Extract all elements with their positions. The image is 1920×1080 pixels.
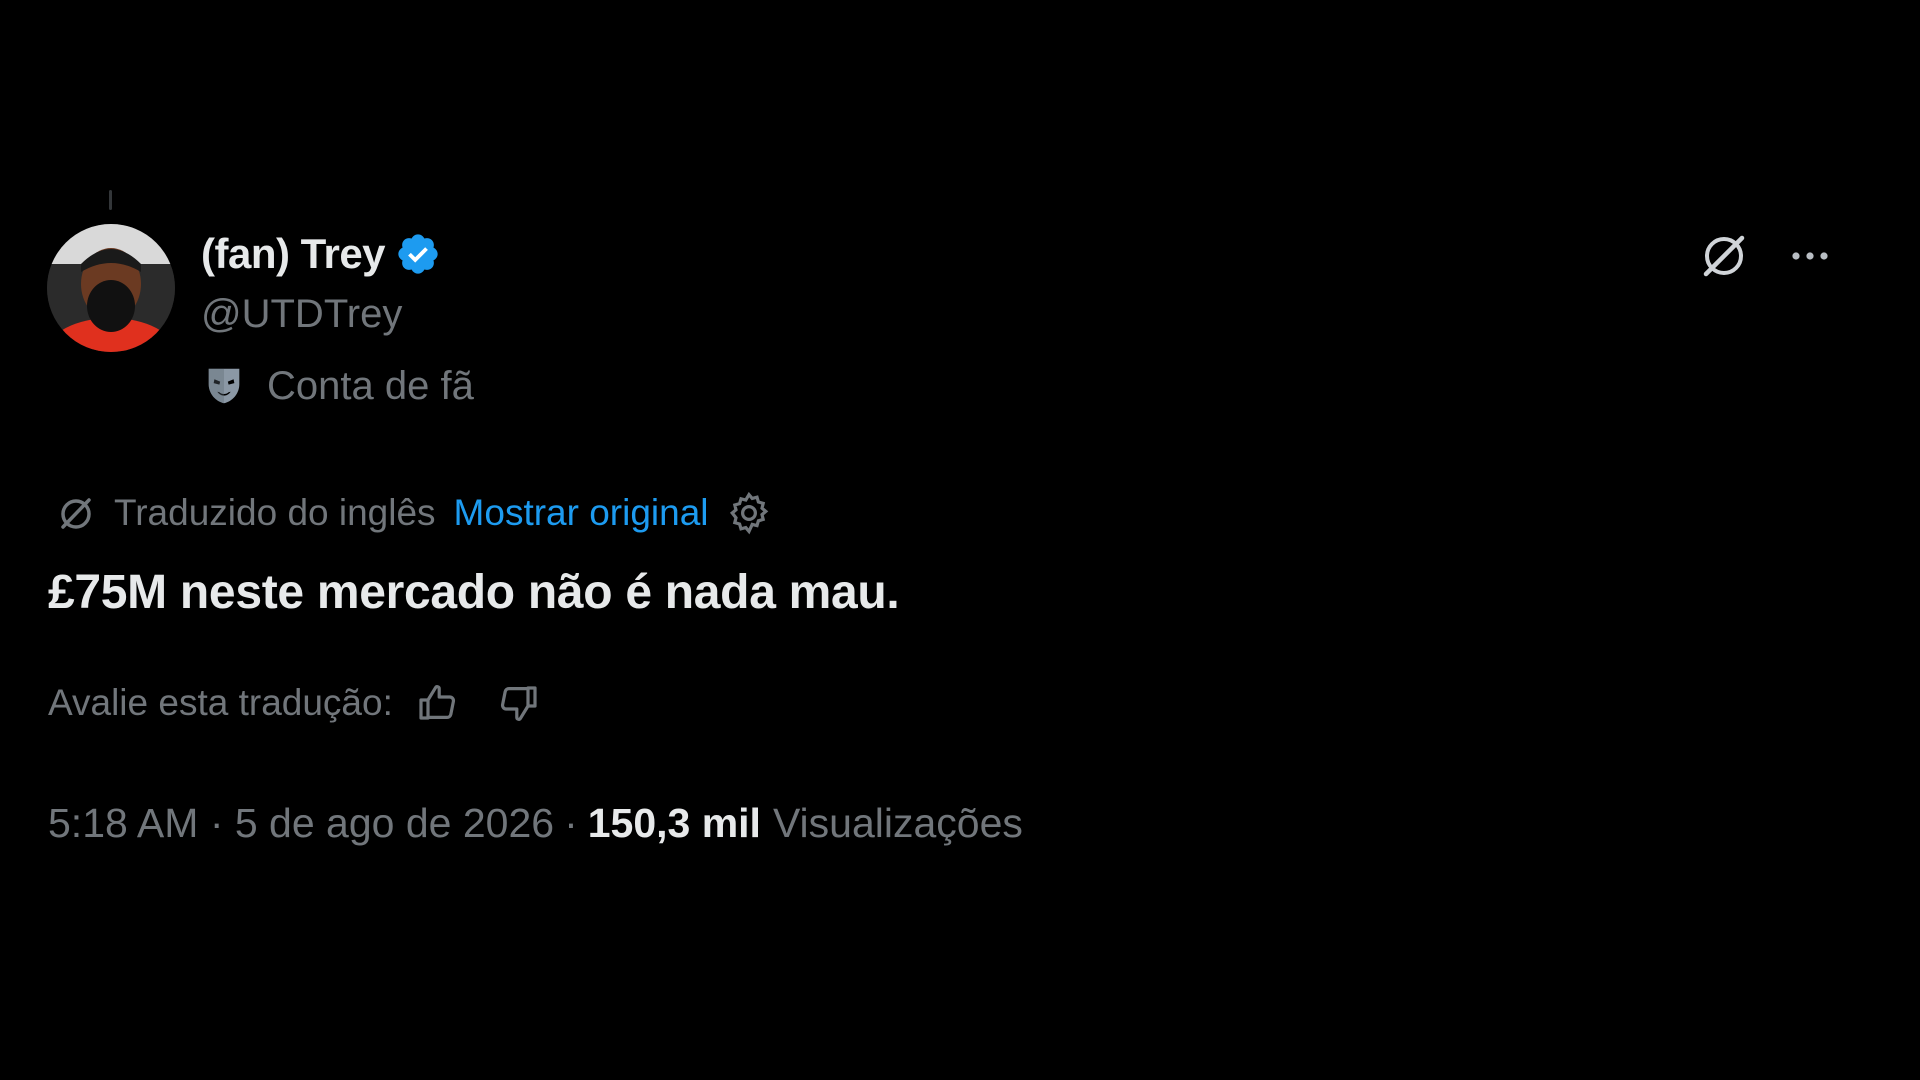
author-display-name[interactable]: (fan) Trey bbox=[201, 230, 386, 278]
views-count: 150,3 mil bbox=[587, 800, 761, 846]
tweet-detail-view: (fan) Trey @UTDTrey Conta de fã Traduzid… bbox=[0, 0, 1920, 1080]
meta-separator: · bbox=[564, 800, 578, 846]
rate-translation-row: Avalie esta tradução: bbox=[48, 678, 541, 728]
more-options-icon[interactable] bbox=[1782, 228, 1838, 284]
thread-connector-line bbox=[109, 190, 112, 210]
show-original-link[interactable]: Mostrar original bbox=[454, 492, 709, 534]
author-name-row: (fan) Trey bbox=[201, 228, 474, 280]
fan-account-badge[interactable]: Conta de fã bbox=[201, 363, 474, 409]
fan-account-label: Conta de fã bbox=[267, 363, 474, 408]
tweet-timestamp[interactable]: 5:18 AM · 5 de ago de 2026 bbox=[48, 800, 554, 847]
views-label: Visualizações bbox=[772, 800, 1023, 846]
translated-from-label: Traduzido do inglês bbox=[114, 492, 436, 533]
thumb-down-icon[interactable] bbox=[493, 679, 541, 727]
translate-icon bbox=[52, 489, 100, 537]
rate-translation-label: Avalie esta tradução: bbox=[48, 682, 393, 723]
verified-badge-icon[interactable] bbox=[395, 231, 441, 277]
thumb-up-icon[interactable] bbox=[415, 679, 463, 727]
translation-notice: Traduzido do inglês Mostrar original bbox=[52, 488, 773, 538]
tweet-top-actions bbox=[1696, 228, 1838, 284]
tweet-text: £75M neste mercado não é nada mau. bbox=[48, 566, 900, 619]
grok-icon[interactable] bbox=[1696, 228, 1752, 284]
tweet-meta: 5:18 AM · 5 de ago de 2026 · 150,3 mil V… bbox=[48, 800, 1023, 847]
author-handle[interactable]: @UTDTrey bbox=[201, 292, 474, 337]
avatar[interactable] bbox=[47, 224, 175, 352]
mask-icon bbox=[201, 363, 247, 409]
gear-icon[interactable] bbox=[725, 489, 773, 537]
tweet-author-header: (fan) Trey @UTDTrey Conta de fã bbox=[201, 228, 474, 409]
